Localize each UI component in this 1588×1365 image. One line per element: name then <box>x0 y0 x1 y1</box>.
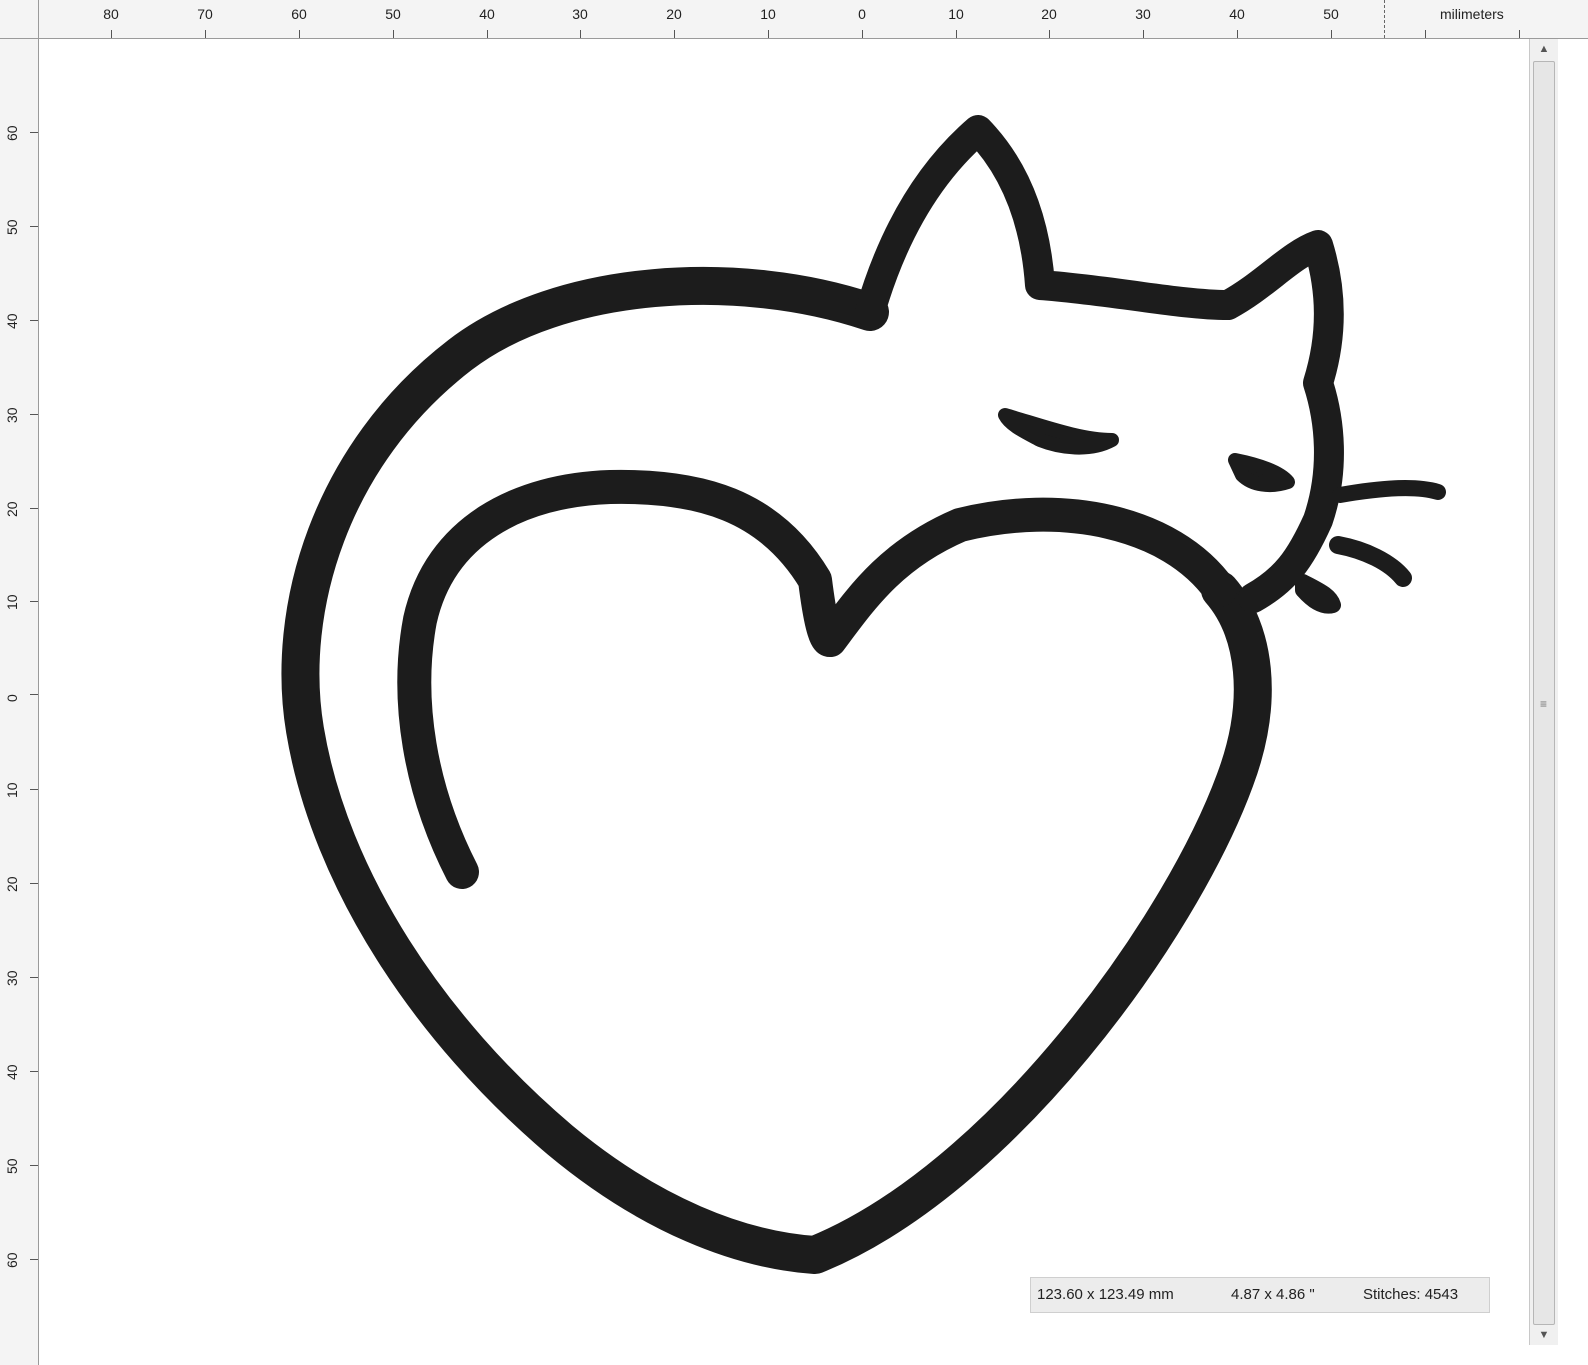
status-bar: 123.60 x 123.49 mm 4.87 x 4.86 " Stitche… <box>1030 1277 1490 1313</box>
cat-eye-left <box>998 408 1119 455</box>
ruler-label: 10 <box>4 594 20 610</box>
ruler-separator <box>1384 0 1385 38</box>
ruler-label: 0 <box>858 6 866 22</box>
ruler-label: 20 <box>666 6 682 22</box>
scroll-thumb[interactable]: ≡ <box>1533 61 1555 1325</box>
ruler-label: 60 <box>4 1252 20 1268</box>
ruler-label: 20 <box>4 876 20 892</box>
vertical-ruler: 60 50 40 30 20 10 0 10 20 30 40 50 60 <box>0 38 39 1365</box>
ruler-label: 50 <box>1323 6 1339 22</box>
grip-icon: ≡ <box>1540 697 1548 711</box>
ruler-label: 10 <box>948 6 964 22</box>
ruler-label: 50 <box>385 6 401 22</box>
ruler-label: 80 <box>103 6 119 22</box>
ruler-label: 30 <box>1135 6 1151 22</box>
ruler-label: 20 <box>1041 6 1057 22</box>
ruler-label: 30 <box>4 407 20 423</box>
ruler-label: 10 <box>4 782 20 798</box>
cat-whisker-middle <box>1329 536 1412 587</box>
ruler-label: 50 <box>4 219 20 235</box>
ruler-label: 40 <box>4 1064 20 1080</box>
ruler-label: 40 <box>4 313 20 329</box>
cat-eye-right <box>1228 453 1295 493</box>
scroll-up-arrow-icon[interactable]: ▲ <box>1530 39 1558 59</box>
cat-whisker-top <box>1332 480 1446 503</box>
cat-whisker-bottom <box>1295 574 1341 614</box>
design-size-mm: 123.60 x 123.49 mm <box>1037 1286 1174 1303</box>
embroidery-design[interactable] <box>39 39 1529 1345</box>
design-size-inches: 4.87 x 4.86 " <box>1231 1286 1315 1303</box>
ruler-label: 40 <box>479 6 495 22</box>
ruler-label: 50 <box>4 1158 20 1174</box>
stitch-count: Stitches: 4543 <box>1363 1286 1459 1303</box>
heart-inner-outline[interactable] <box>397 469 1237 889</box>
ruler-label: 30 <box>4 970 20 986</box>
ruler-label: 20 <box>4 501 20 517</box>
cat-body-outline[interactable] <box>281 267 1272 1274</box>
ruler-label: 30 <box>572 6 588 22</box>
vertical-scrollbar[interactable]: ▲ ≡ ▼ <box>1529 39 1558 1345</box>
ruler-label: 60 <box>291 6 307 22</box>
ruler-label: 10 <box>760 6 776 22</box>
ruler-label: 60 <box>4 125 20 141</box>
horizontal-ruler: 80 70 60 50 40 30 20 10 0 10 20 30 40 50… <box>0 0 1588 39</box>
ruler-label: 40 <box>1229 6 1245 22</box>
ruler-corner <box>0 0 39 39</box>
design-canvas[interactable] <box>39 39 1529 1345</box>
ruler-label: 0 <box>4 694 20 702</box>
scroll-down-arrow-icon[interactable]: ▼ <box>1530 1325 1558 1345</box>
ruler-units-label: milimeters <box>1440 6 1504 22</box>
ruler-label: 70 <box>197 6 213 22</box>
